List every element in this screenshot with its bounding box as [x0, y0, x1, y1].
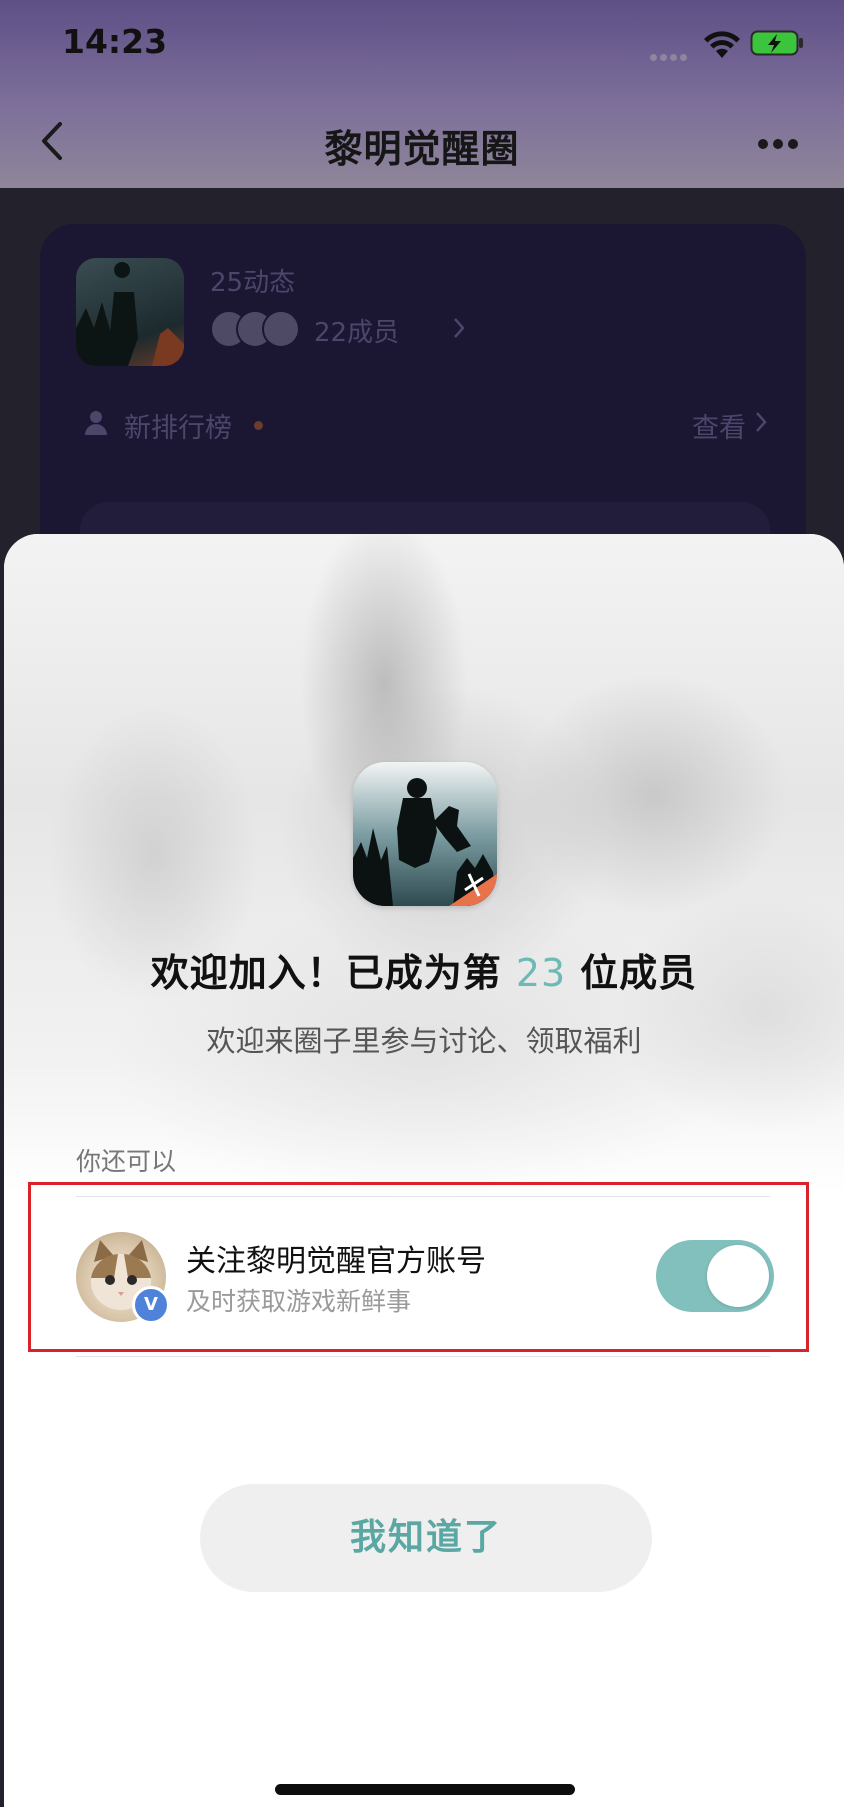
- chevron-right-icon: [454, 318, 465, 338]
- divider: [76, 1356, 770, 1357]
- game-app-icon: [353, 762, 497, 906]
- welcome-sheet: 欢迎加入！已成为第 23 位成员 欢迎来圈子里参与讨论、领取福利 你还可以 V 关注…: [4, 534, 844, 1807]
- more-icon[interactable]: [758, 134, 808, 149]
- highlight-annotation: [28, 1182, 809, 1352]
- welcome-suffix: 位成员: [580, 951, 698, 995]
- circle-logo: [76, 258, 184, 366]
- view-link[interactable]: 查看: [692, 406, 746, 445]
- members-count[interactable]: 22成员: [314, 312, 399, 349]
- member-avatars[interactable]: [210, 310, 310, 348]
- posts-count: 25动态: [210, 268, 296, 298]
- welcome-heading: 欢迎加入！已成为第 23 位成员: [4, 942, 844, 997]
- chevron-right-icon: [756, 412, 767, 432]
- status-time: 14:23: [62, 22, 168, 61]
- home-indicator: [275, 1784, 575, 1795]
- confirm-button[interactable]: 我知道了: [200, 1484, 652, 1592]
- new-dot: [254, 421, 263, 430]
- ranking-label[interactable]: 新排行榜: [124, 406, 232, 445]
- top-header: 14:23 黎明觉醒圈: [0, 0, 844, 188]
- section-label: 你还可以: [76, 1147, 177, 1176]
- wifi-icon: [704, 31, 740, 58]
- status-icons: [650, 28, 810, 62]
- battery-charging-icon: [750, 30, 803, 56]
- user-icon: [85, 411, 107, 435]
- welcome-subtitle: 欢迎来圈子里参与讨论、领取福利: [206, 1024, 642, 1058]
- cellular-signal-icon: [650, 46, 694, 61]
- welcome-prefix: 欢迎加入！已成为第: [150, 951, 502, 995]
- page-title: 黎明觉醒圈: [324, 127, 520, 171]
- member-number: 23: [515, 951, 567, 995]
